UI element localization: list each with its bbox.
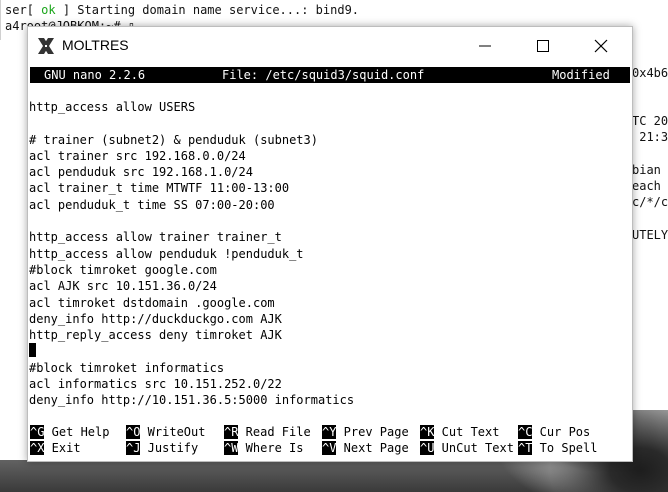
text-cursor [29,343,36,358]
shortcut-justify[interactable]: ^J Justify [126,440,198,456]
shortcut-cur-pos[interactable]: ^C Cur Pos [518,424,590,440]
side-line: c/*/c [632,195,668,209]
editor-line[interactable]: acl AJK src 10.151.36.0/24 [28,278,632,294]
editor-line[interactable]: acl penduduk src 192.168.1.0/24 [28,164,632,180]
background-window-edge [0,40,28,460]
editor-line[interactable]: acl timroket dstdomain .google.com [28,295,632,311]
terminal-window[interactable]: MOLTRES GNU nano 2.2.6 File: /etc/squid3… [27,26,633,462]
side-line: each [632,179,661,193]
editor-line[interactable]: #block timroket google.com [28,262,632,278]
editor-line[interactable]: acl informatics src 10.151.252.0/22 [28,376,632,392]
editor-line[interactable]: acl trainer src 192.168.0.0/24 [28,148,632,164]
side-line: UTELY [632,228,668,242]
nano-filename: File: /etc/squid3/squid.conf [222,68,425,82]
close-button[interactable] [572,27,630,65]
title-bar[interactable]: MOLTRES [28,27,632,65]
minimize-button[interactable] [456,27,514,65]
window-title: MOLTRES [62,37,129,53]
maximize-button[interactable] [514,27,572,65]
nano-shortcut-bar: ^G Get Help ^O WriteOut ^R Read File ^Y … [28,424,632,458]
terminal-area[interactable]: GNU nano 2.2.6 File: /etc/squid3/squid.c… [28,65,632,461]
shortcut-cut-text[interactable]: ^K Cut Text [420,424,499,440]
editor-line-cursor[interactable] [28,343,632,359]
side-line: 21:3 [632,130,668,144]
x-logo-icon [36,36,56,56]
side-line: 0x4b6 [632,66,668,80]
shortcut-to-spell[interactable]: ^T To Spell [518,440,597,456]
shortcut-read-file[interactable]: ^R Read File [224,424,311,440]
shortcut-where-is[interactable]: ^W Where Is [224,440,303,456]
editor-line[interactable]: http_reply_access deny timroket AJK [28,327,632,343]
background-terminal-line-1: ser[ ok ] Starting domain name service..… [5,3,360,17]
nano-header: GNU nano 2.2.6 File: /etc/squid3/squid.c… [30,67,630,83]
editor-line[interactable]: #block timroket informatics [28,360,632,376]
shortcut-uncut-text[interactable]: ^U UnCut Text [420,440,514,456]
editor-line[interactable]: acl penduduk_t time SS 07:00-20:00 [28,197,632,213]
shortcut-writeout[interactable]: ^O WriteOut [126,424,205,440]
shortcut-next-page[interactable]: ^V Next Page [322,440,409,456]
editor-line[interactable]: deny_info http://duckduckgo.com AJK [28,311,632,327]
shortcut-prev-page[interactable]: ^Y Prev Page [322,424,409,440]
background-terminal-right-edge: 0x4b6 TC 20 21:3 bian each c/*/c UTELY [632,0,668,410]
nano-modified-status: Modified [552,68,610,82]
editor-line[interactable]: http_access allow penduduk !penduduk_t [28,246,632,262]
editor-line[interactable] [28,213,632,229]
editor-line[interactable]: deny_info http://10.151.36.5:5000 inform… [28,392,632,408]
shortcut-exit[interactable]: ^X Exit [30,440,81,456]
editor-line[interactable]: http_access allow trainer trainer_t [28,229,632,245]
side-line: TC 20 [632,114,668,128]
editor-line[interactable]: http_access allow USERS [28,99,632,115]
editor-line[interactable] [28,115,632,131]
shortcut-get-help[interactable]: ^G Get Help [30,424,109,440]
side-line: bian [632,163,661,177]
nano-version: GNU nano 2.2.6 [44,68,146,82]
editor-line[interactable]: acl trainer_t time MTWTF 11:00-13:00 [28,180,632,196]
editor-line[interactable]: # trainer (subnet2) & penduduk (subnet3) [28,132,632,148]
editor-buffer[interactable]: http_access allow USERS # trainer (subne… [28,99,632,409]
